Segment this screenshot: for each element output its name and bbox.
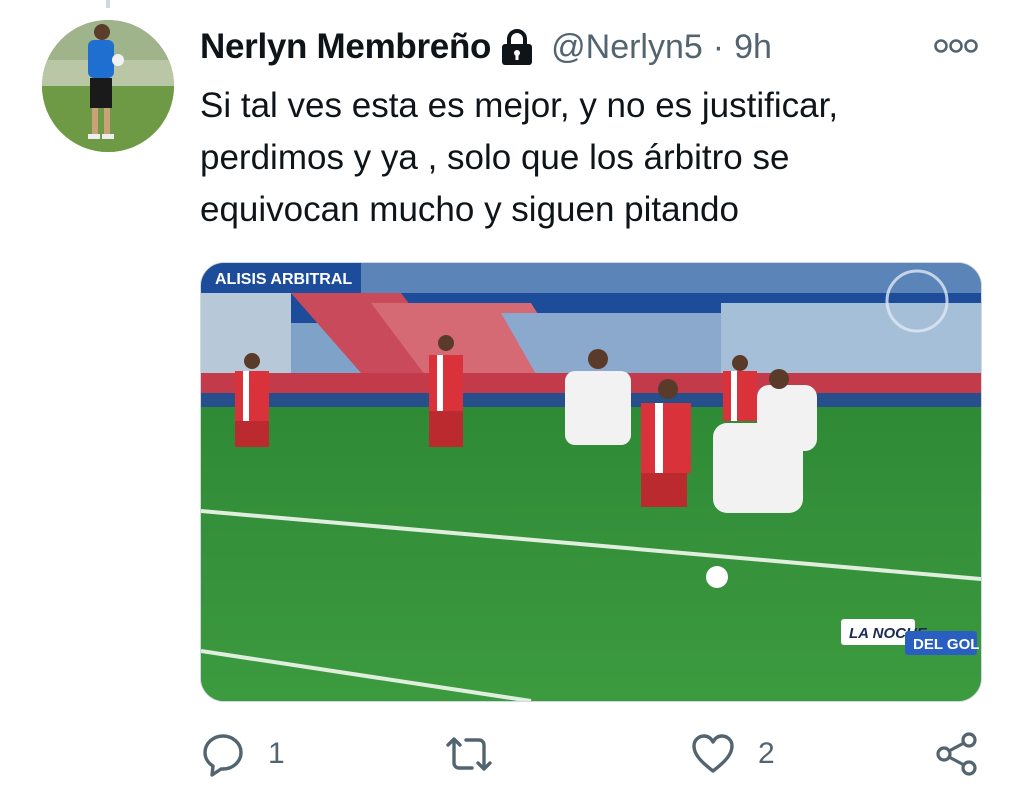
tweet: Nerlyn Membreño @Nerlyn5 · 9h Si tal ves…: [0, 0, 1024, 796]
tweet-text-line: equivocan mucho y siguen pitando: [200, 190, 739, 229]
tweet-text: Si tal ves esta es mejor, y no es justif…: [200, 80, 990, 236]
retweet-icon: [446, 737, 492, 771]
avatar[interactable]: [42, 20, 174, 152]
tweet-text-line: Si tal ves esta es mejor, y no es justif…: [200, 86, 839, 125]
overlay-title: ALISIS ARBITRAL: [215, 271, 352, 288]
tweet-media-image[interactable]: ALISIS ARBITRAL LA NOCHE DEL GOL: [200, 262, 982, 702]
reply-icon: [203, 734, 243, 777]
separator-dot: ·: [712, 27, 725, 66]
timestamp[interactable]: 9h: [734, 28, 772, 67]
user-handle[interactable]: @Nerlyn5: [551, 28, 703, 67]
thread-line: [106, 0, 110, 8]
broadcaster-logo-line2: DEL GOL: [913, 636, 979, 653]
reply-button[interactable]: 1: [200, 726, 285, 782]
like-button[interactable]: 2: [690, 726, 775, 782]
avatar-image: [42, 20, 174, 152]
tweet-actions: 1 2: [200, 726, 990, 782]
retweet-button[interactable]: [442, 726, 518, 782]
reply-count: 1: [268, 737, 285, 770]
lock-icon: [499, 27, 535, 67]
display-name[interactable]: Nerlyn Membreño: [200, 27, 491, 67]
more-options-icon[interactable]: [932, 36, 980, 56]
share-button[interactable]: [934, 726, 980, 782]
football-match-image: ALISIS ARBITRAL LA NOCHE DEL GOL: [201, 263, 981, 701]
share-icon: [936, 732, 977, 776]
like-count: 2: [758, 737, 775, 770]
tweet-text-line: perdimos y ya , solo que los árbitro se: [200, 138, 790, 177]
tweet-header: Nerlyn Membreño @Nerlyn5 · 9h: [200, 22, 772, 72]
heart-icon: [692, 734, 734, 773]
